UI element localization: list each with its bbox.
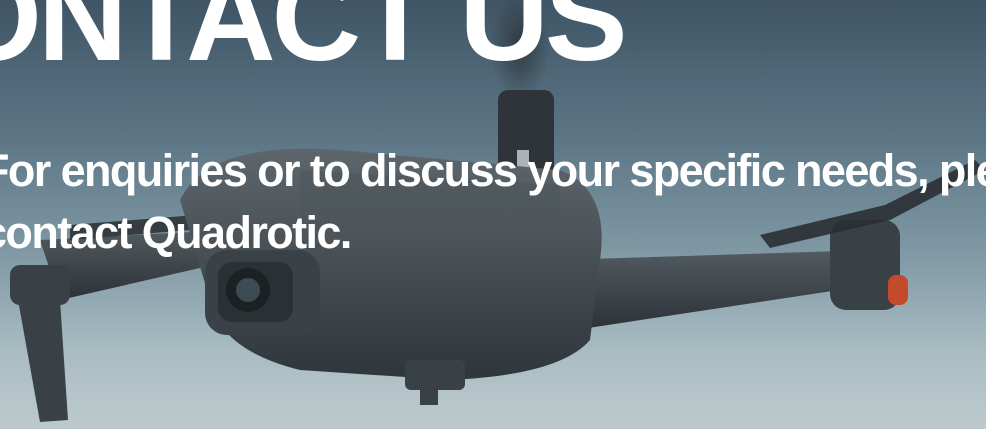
- page-title: CONTACT US: [0, 0, 628, 87]
- subtitle-line-1: For enquiries or to discuss your specifi…: [0, 145, 986, 196]
- contact-hero: CONTACT US For enquiries or to discuss y…: [0, 0, 986, 429]
- hero-subtitle: For enquiries or to discuss your specifi…: [0, 140, 986, 264]
- subtitle-line-2: contact Quadrotic.: [0, 207, 352, 258]
